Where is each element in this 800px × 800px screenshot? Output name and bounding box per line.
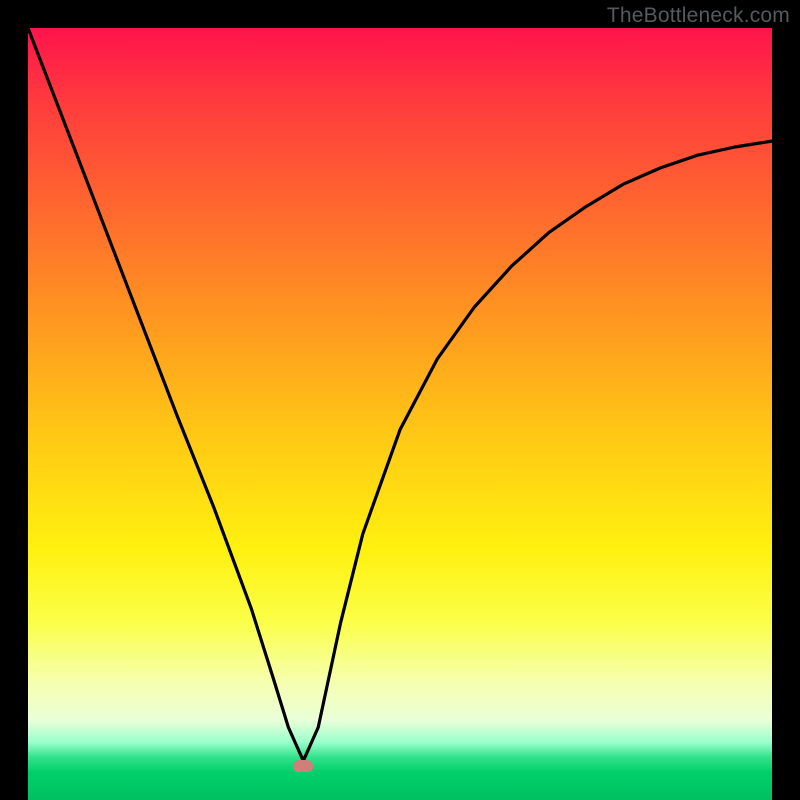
bottleneck-curve — [28, 28, 772, 772]
chart-frame: TheBottleneck.com — [0, 0, 800, 800]
plot-area — [28, 28, 772, 772]
watermark-text: TheBottleneck.com — [607, 4, 790, 28]
footer-green-strip — [28, 772, 772, 800]
